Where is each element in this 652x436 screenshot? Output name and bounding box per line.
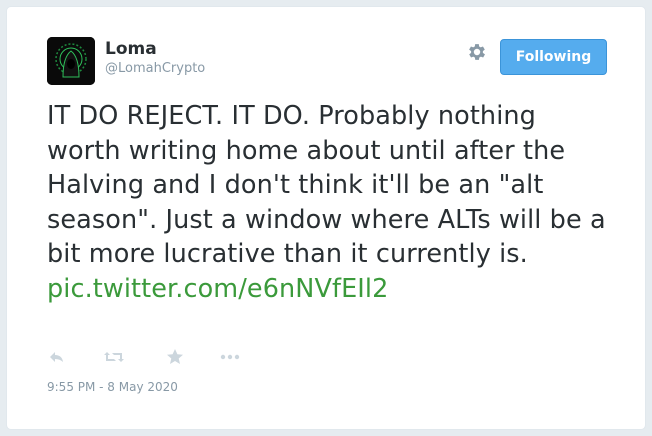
more-dots-icon[interactable] [219, 347, 240, 367]
favorite-star-icon[interactable] [165, 347, 185, 367]
following-button[interactable]: Following [500, 39, 607, 75]
avatar-hooded-figure-icon [47, 37, 95, 85]
tweet-body: IT DO REJECT. IT DO. Probably nothing wo… [47, 99, 617, 306]
retweet-icon[interactable] [103, 347, 124, 367]
settings-gear-icon[interactable] [466, 41, 488, 63]
tweet-timestamp[interactable]: 9:55 PM - 8 May 2020 [47, 380, 178, 394]
tweet-text: IT DO REJECT. IT DO. Probably nothing wo… [47, 101, 606, 269]
tweet-media-link[interactable]: pic.twitter.com/e6nNVfEIl2 [47, 272, 617, 307]
user-avatar[interactable] [47, 37, 95, 85]
reply-icon[interactable] [47, 347, 67, 367]
user-handle[interactable]: @LomahCrypto [105, 61, 205, 76]
tweet-card: Loma @LomahCrypto Following IT DO REJECT… [6, 6, 646, 430]
user-display-name[interactable]: Loma [105, 39, 157, 59]
